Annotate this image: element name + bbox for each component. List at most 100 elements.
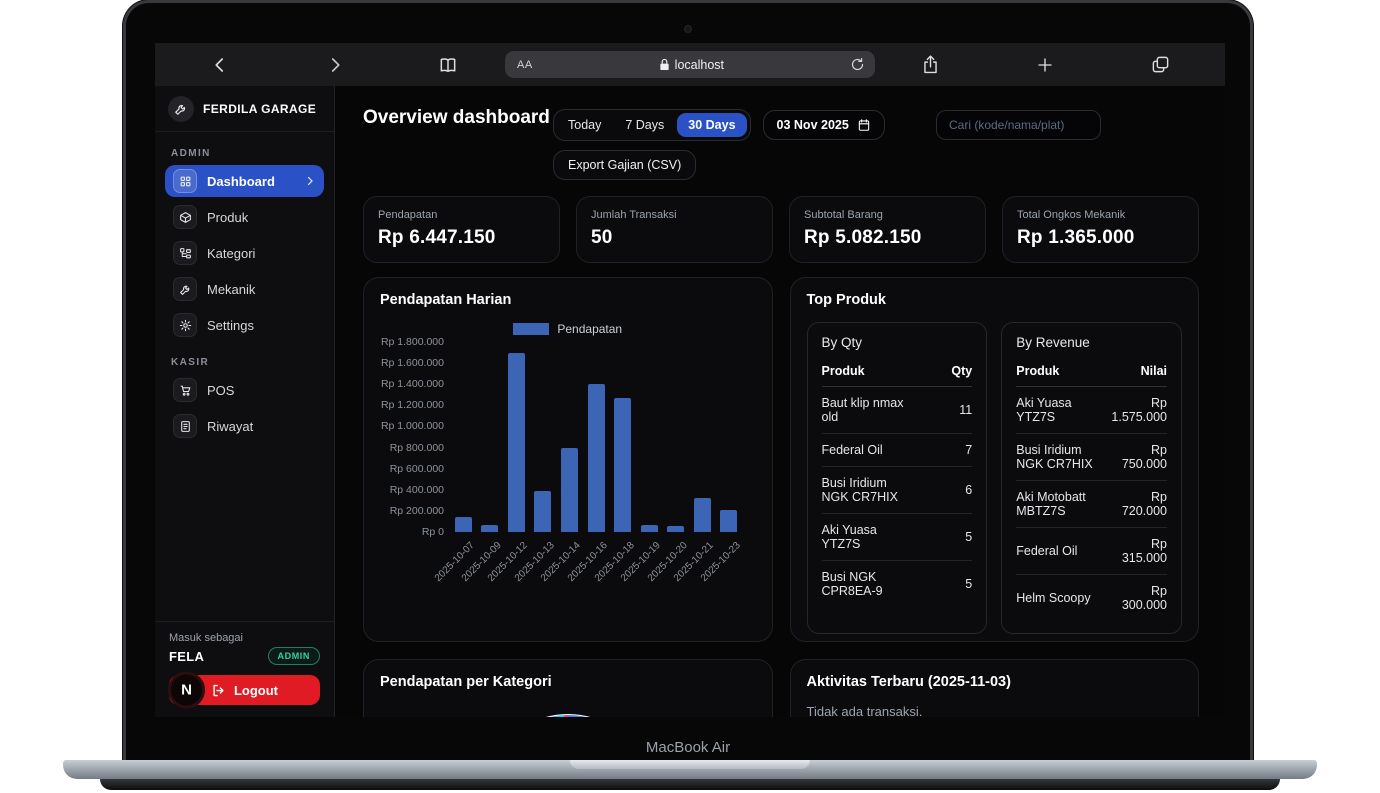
- gear-icon: [173, 313, 197, 337]
- chart-legend: Pendapatan: [380, 322, 756, 336]
- sidebar-item-settings[interactable]: Settings: [165, 309, 324, 341]
- sidebar-item-dashboard[interactable]: Dashboard: [165, 165, 324, 197]
- sidebar-item-label: Produk: [207, 210, 248, 225]
- address-bar[interactable]: AA localhost: [505, 51, 875, 78]
- tabs-overview-icon[interactable]: [1147, 52, 1173, 78]
- new-tab-icon[interactable]: [1032, 52, 1058, 78]
- bar-2025-10-13: [534, 491, 551, 532]
- stat-label: Jumlah Transaksi: [591, 209, 758, 221]
- bar-2025-10-09: [481, 525, 498, 532]
- category-chart-title: Pendapatan per Kategori: [380, 674, 756, 690]
- lock-icon: [659, 58, 670, 71]
- back-icon[interactable]: [207, 52, 233, 78]
- role-badge: ADMIN: [268, 647, 321, 665]
- by-qty-table: Produk Qty Baut klip nmax old11Federal O…: [822, 358, 973, 607]
- stat-value: Rp 6.447.150: [378, 227, 545, 249]
- col-produk: Produk: [1016, 358, 1103, 387]
- sidebar-item-mekanik[interactable]: Mekanik: [165, 273, 324, 305]
- bar-2025-10-16: [588, 384, 605, 532]
- value-cell: 7: [908, 434, 972, 467]
- sidebar-item-label: Dashboard: [207, 174, 275, 189]
- stat-label: Subtotal Barang: [804, 209, 971, 221]
- value-cell: 5: [908, 561, 972, 608]
- page-title: Overview dashboard: [363, 104, 553, 180]
- sidebar-item-riwayat[interactable]: Riwayat: [165, 410, 324, 442]
- sidebar-item-label: Settings: [207, 318, 254, 333]
- produk-cell: Helm Scoopy: [1016, 575, 1103, 622]
- stat-label: Pendapatan: [378, 209, 545, 221]
- y-axis-tick: Rp 1.800.000: [380, 336, 444, 348]
- produk-cell: Aki Yuasa YTZ7S: [1016, 387, 1103, 434]
- logout-icon: [211, 683, 226, 698]
- produk-cell: Baut klip nmax old: [822, 387, 909, 434]
- stat-card-pendapatan: Pendapatan Rp 6.447.150: [363, 196, 560, 263]
- y-axis-tick: Rp 1.400.000: [380, 378, 444, 390]
- header-controls: Today7 Days30 Days 03 Nov 2025 Export Ga…: [553, 104, 1199, 180]
- table-row: Helm ScoopyRp 300.000: [1016, 575, 1167, 622]
- produk-cell: Busi Iridium NGK CR7HIX: [1016, 434, 1103, 481]
- stat-value: Rp 5.082.150: [804, 227, 971, 249]
- activity-title: Aktivitas Terbaru (2025-11-03): [807, 674, 1183, 690]
- brand-name: FERDILA GARAGE: [203, 102, 316, 116]
- legend-label: Pendapatan: [557, 322, 622, 336]
- stat-card-subtotal-barang: Subtotal Barang Rp 5.082.150: [789, 196, 986, 263]
- value-cell: Rp 300.000: [1103, 575, 1167, 622]
- col-nilai: Nilai: [1103, 358, 1167, 387]
- sidebar-item-pos[interactable]: POS: [165, 374, 324, 406]
- y-axis-tick: Rp 1.600.000: [380, 357, 444, 369]
- value-cell: Rp 315.000: [1103, 528, 1167, 575]
- sidebar-footer: Masuk sebagai FELA ADMIN Logout N: [155, 621, 334, 717]
- category-revenue-panel: Pendapatan per Kategori: [363, 659, 773, 717]
- value-cell: 5: [908, 514, 972, 561]
- y-axis-tick: Rp 0: [380, 526, 444, 538]
- user-name: FELA: [169, 649, 204, 664]
- forward-icon[interactable]: [322, 52, 348, 78]
- by-qty-card: By Qty Produk Qty Baut klip nmax old11Fe…: [807, 322, 988, 634]
- base-shadow: [100, 779, 1280, 790]
- sidebar-item-produk[interactable]: Produk: [165, 201, 324, 233]
- export-csv-button[interactable]: Export Gajian (CSV): [553, 150, 696, 180]
- value-cell: Rp 720.000: [1103, 481, 1167, 528]
- table-row: Busi Iridium NGK CR7HIXRp 750.000: [1016, 434, 1167, 481]
- recent-activity-panel: Aktivitas Terbaru (2025-11-03) Tidak ada…: [790, 659, 1200, 717]
- search-input[interactable]: [936, 110, 1101, 140]
- col-qty: Qty: [908, 358, 972, 387]
- webcam-dot: [684, 25, 692, 33]
- range-button-today[interactable]: Today: [557, 113, 612, 137]
- range-toggle-group: Today7 Days30 Days: [553, 109, 751, 141]
- url-text: localhost: [533, 58, 850, 72]
- col-produk: Produk: [822, 358, 909, 387]
- sidebar-item-label: Riwayat: [207, 419, 253, 434]
- by-revenue-card: By Revenue Produk Nilai Aki Yuasa YTZ7SR…: [1001, 322, 1182, 634]
- date-picker-button[interactable]: 03 Nov 2025: [763, 110, 885, 140]
- share-icon[interactable]: [917, 52, 943, 78]
- browser-toolbar: AA localhost: [155, 43, 1225, 86]
- lid-notch: [570, 760, 810, 769]
- macbook-base: [63, 760, 1317, 779]
- brand: FERDILA GARAGE: [155, 86, 334, 132]
- range-button-30-days[interactable]: 30 Days: [677, 113, 746, 137]
- sidebar-item-kategori[interactable]: Kategori: [165, 237, 324, 269]
- nextjs-dev-badge[interactable]: N: [168, 672, 205, 709]
- bar-2025-10-23: [720, 510, 737, 532]
- range-button-7-days[interactable]: 7 Days: [614, 113, 675, 137]
- produk-cell: Federal Oil: [822, 434, 909, 467]
- reading-list-icon[interactable]: [435, 52, 461, 78]
- value-cell: 11: [908, 387, 972, 434]
- sidebar: FERDILA GARAGE ADMIN Dashboard Produk Kateg…: [155, 86, 335, 717]
- reload-icon[interactable]: [850, 57, 875, 72]
- box-icon: [173, 205, 197, 229]
- top-produk-title: Top Produk: [807, 292, 1183, 308]
- daily-revenue-panel: Pendapatan Harian Pendapatan Rp 1.800.00…: [363, 277, 773, 642]
- daily-chart-plot: Rp 1.800.000Rp 1.600.000Rp 1.400.000Rp 1…: [380, 342, 756, 602]
- table-row: Federal Oil7: [822, 434, 973, 467]
- plot-area: [450, 342, 742, 532]
- stats-grid: Pendapatan Rp 6.447.150 Jumlah Transaksi 50…: [363, 196, 1199, 263]
- chevron-right-icon: [304, 175, 316, 187]
- reader-aa-label[interactable]: AA: [505, 59, 533, 71]
- device-label: MacBook Air: [126, 739, 1250, 756]
- stat-value: 50: [591, 227, 758, 249]
- stat-card-jumlah-transaksi: Jumlah Transaksi 50: [576, 196, 773, 263]
- category-tree-icon: [173, 241, 197, 265]
- produk-cell: Busi NGK CPR8EA-9: [822, 561, 909, 608]
